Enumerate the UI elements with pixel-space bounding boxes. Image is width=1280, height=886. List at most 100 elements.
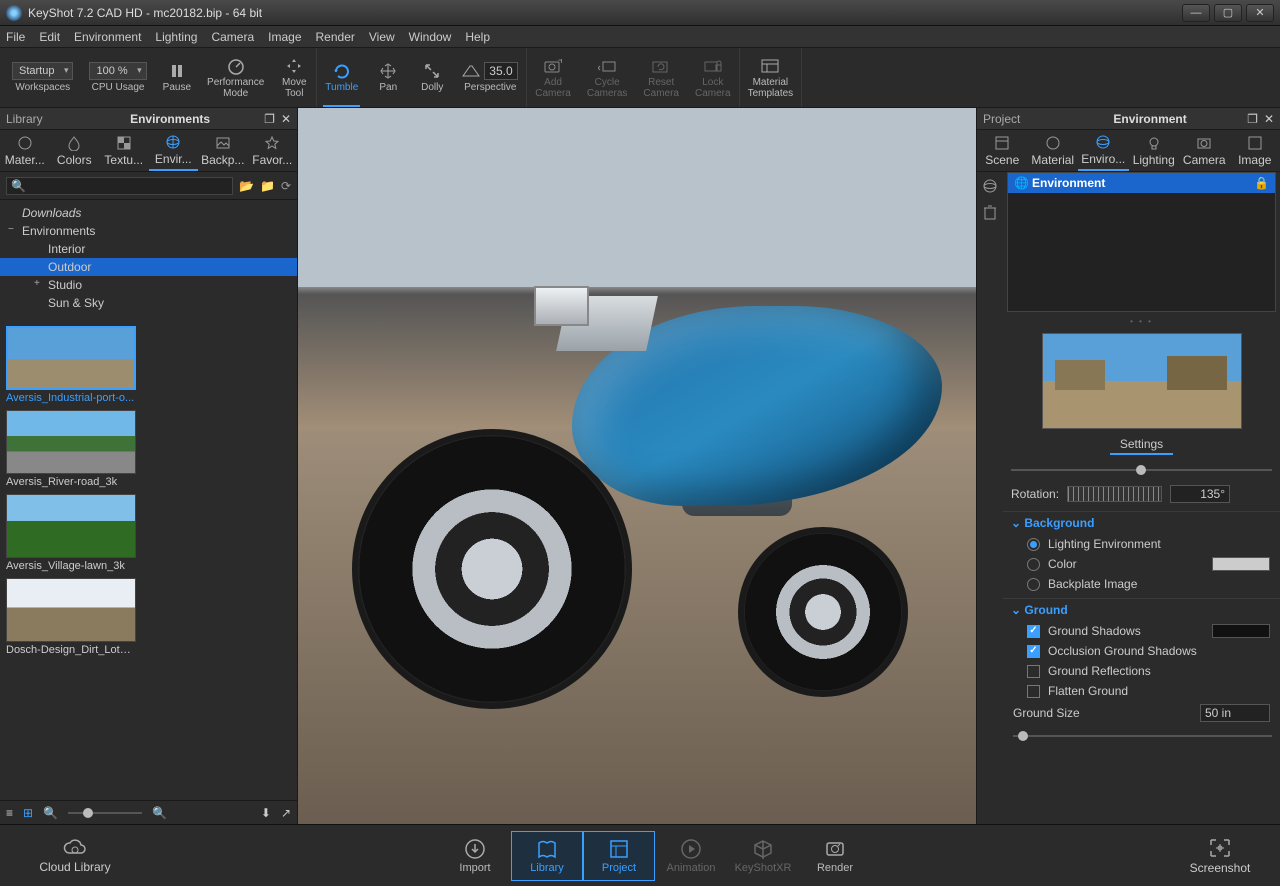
- animation-button[interactable]: Animation: [655, 831, 727, 881]
- globe-icon[interactable]: [982, 178, 998, 194]
- occlusion-shadows-check[interactable]: [1027, 645, 1040, 658]
- tree-node[interactable]: Outdoor: [0, 258, 297, 276]
- search-icon: 🔍: [11, 179, 26, 193]
- menu-view[interactable]: View: [369, 30, 395, 44]
- drag-handle-icon[interactable]: • • •: [1003, 316, 1280, 327]
- menu-camera[interactable]: Camera: [211, 30, 254, 44]
- environment-thumbnail[interactable]: Aversis_Industrial-port-o...: [6, 326, 136, 406]
- pan-button[interactable]: Pan: [366, 48, 410, 107]
- environment-thumbnail[interactable]: Aversis_River-road_3k: [6, 410, 136, 490]
- cloud-icon: [62, 838, 88, 858]
- add-camera-button[interactable]: + Add Camera: [527, 48, 579, 107]
- cycle-cameras-button[interactable]: Cycle Cameras: [579, 48, 636, 107]
- environment-item[interactable]: 🌐 Environment 🔒: [1008, 173, 1275, 193]
- close-panel-icon[interactable]: ✕: [281, 112, 291, 126]
- library-search-input[interactable]: 🔍: [6, 177, 233, 195]
- bg-color-radio[interactable]: [1027, 558, 1040, 571]
- tab-image[interactable]: Image: [1230, 130, 1280, 171]
- tree-node[interactable]: +Studio: [0, 276, 297, 294]
- bg-color-swatch[interactable]: [1212, 557, 1270, 571]
- import-button[interactable]: Import: [439, 831, 511, 881]
- dolly-button[interactable]: Dolly: [410, 48, 454, 107]
- shadow-color-swatch[interactable]: [1212, 624, 1270, 638]
- environment-preview[interactable]: [1042, 333, 1242, 429]
- ground-section-header[interactable]: Ground: [1003, 599, 1280, 621]
- move-tool-button[interactable]: Move Tool: [272, 48, 316, 107]
- zoom-out-icon[interactable]: 🔍: [43, 806, 58, 820]
- bg-lighting-radio[interactable]: [1027, 538, 1040, 551]
- rotation-input[interactable]: 135°: [1170, 485, 1230, 503]
- environment-thumbnail[interactable]: Dosch-Design_Dirt_Lot_2k: [6, 578, 136, 658]
- ground-size-input[interactable]: 50 in: [1200, 704, 1270, 722]
- menu-environment[interactable]: Environment: [74, 30, 141, 44]
- undock-icon[interactable]: ❐: [1247, 112, 1258, 126]
- bg-backplate-radio[interactable]: [1027, 578, 1040, 591]
- lock-camera-button[interactable]: Lock Camera: [687, 48, 739, 107]
- menu-file[interactable]: File: [6, 30, 25, 44]
- folder-open-icon[interactable]: 📂: [239, 179, 254, 193]
- rotation-scrubber[interactable]: [1067, 486, 1162, 502]
- tab-camera[interactable]: Camera: [1179, 130, 1230, 171]
- tab-material[interactable]: Material: [1028, 130, 1079, 171]
- pause-button[interactable]: Pause: [155, 48, 199, 107]
- folder-add-icon[interactable]: 📁: [260, 179, 275, 193]
- render-button[interactable]: Render: [799, 831, 871, 881]
- menu-window[interactable]: Window: [409, 30, 452, 44]
- background-section-header[interactable]: Background: [1003, 512, 1280, 534]
- tree-node[interactable]: Interior: [0, 240, 297, 258]
- environment-thumbnail[interactable]: Aversis_Village-lawn_3k: [6, 494, 136, 574]
- thumb-size-slider[interactable]: [68, 806, 142, 820]
- reset-camera-button[interactable]: Reset Camera: [635, 48, 687, 107]
- project-button[interactable]: Project: [583, 831, 655, 881]
- menu-help[interactable]: Help: [465, 30, 490, 44]
- close-panel-icon[interactable]: ✕: [1264, 112, 1274, 126]
- tab-favorites[interactable]: Favor...: [248, 130, 298, 171]
- trash-icon[interactable]: [983, 204, 997, 220]
- perspective-control[interactable]: 35.0 Perspective: [454, 48, 526, 107]
- menu-image[interactable]: Image: [268, 30, 301, 44]
- tab-textures[interactable]: Textu...: [99, 130, 149, 171]
- grid-view-icon[interactable]: ⊞: [23, 806, 33, 820]
- tree-node[interactable]: −Environments: [0, 222, 297, 240]
- cloud-download-icon[interactable]: ⬇: [261, 806, 271, 820]
- settings-tab[interactable]: Settings: [1110, 435, 1173, 455]
- undock-icon[interactable]: ❐: [264, 112, 275, 126]
- cloud-library-button[interactable]: Cloud Library: [0, 838, 150, 874]
- workspaces-dropdown[interactable]: Startup Workspaces: [4, 48, 81, 107]
- ground-shadows-check[interactable]: [1027, 625, 1040, 638]
- material-templates-button[interactable]: Material Templates: [740, 48, 802, 107]
- refresh-icon[interactable]: ⟳: [281, 179, 291, 193]
- keyshotxr-button[interactable]: KeyShotXR: [727, 831, 799, 881]
- zoom-in-icon[interactable]: 🔍: [152, 806, 167, 820]
- library-button[interactable]: Library: [511, 831, 583, 881]
- lock-icon[interactable]: 🔒: [1254, 176, 1269, 190]
- menu-edit[interactable]: Edit: [39, 30, 60, 44]
- menu-render[interactable]: Render: [316, 30, 355, 44]
- flatten-ground-check[interactable]: [1027, 685, 1040, 698]
- tab-materials[interactable]: Mater...: [0, 130, 50, 171]
- export-icon[interactable]: ↗: [281, 806, 291, 820]
- environment-list[interactable]: 🌐 Environment 🔒: [1007, 172, 1276, 312]
- render-viewport[interactable]: [298, 108, 976, 824]
- ground-size-slider[interactable]: [1013, 729, 1272, 743]
- cpu-usage-dropdown[interactable]: 100 % CPU Usage: [81, 48, 154, 107]
- tab-lighting[interactable]: Lighting: [1129, 130, 1180, 171]
- tab-scene[interactable]: Scene: [977, 130, 1028, 171]
- perspective-value[interactable]: 35.0: [484, 62, 518, 80]
- tree-node[interactable]: Downloads: [0, 204, 297, 222]
- tree-node[interactable]: Sun & Sky: [0, 294, 297, 312]
- minimize-button[interactable]: —: [1182, 4, 1210, 22]
- list-view-icon[interactable]: ≡: [6, 806, 13, 820]
- tab-environment[interactable]: Enviro...: [1078, 130, 1129, 171]
- screenshot-button[interactable]: Screenshot: [1160, 837, 1280, 875]
- menu-lighting[interactable]: Lighting: [155, 30, 197, 44]
- tab-environments[interactable]: Envir...: [149, 130, 199, 171]
- settings-master-slider[interactable]: [1011, 463, 1272, 477]
- close-button[interactable]: ✕: [1246, 4, 1274, 22]
- tumble-button[interactable]: Tumble: [317, 48, 366, 107]
- maximize-button[interactable]: ▢: [1214, 4, 1242, 22]
- tab-backplates[interactable]: Backp...: [198, 130, 248, 171]
- tab-colors[interactable]: Colors: [50, 130, 100, 171]
- performance-mode-button[interactable]: Performance Mode: [199, 48, 272, 107]
- ground-reflections-check[interactable]: [1027, 665, 1040, 678]
